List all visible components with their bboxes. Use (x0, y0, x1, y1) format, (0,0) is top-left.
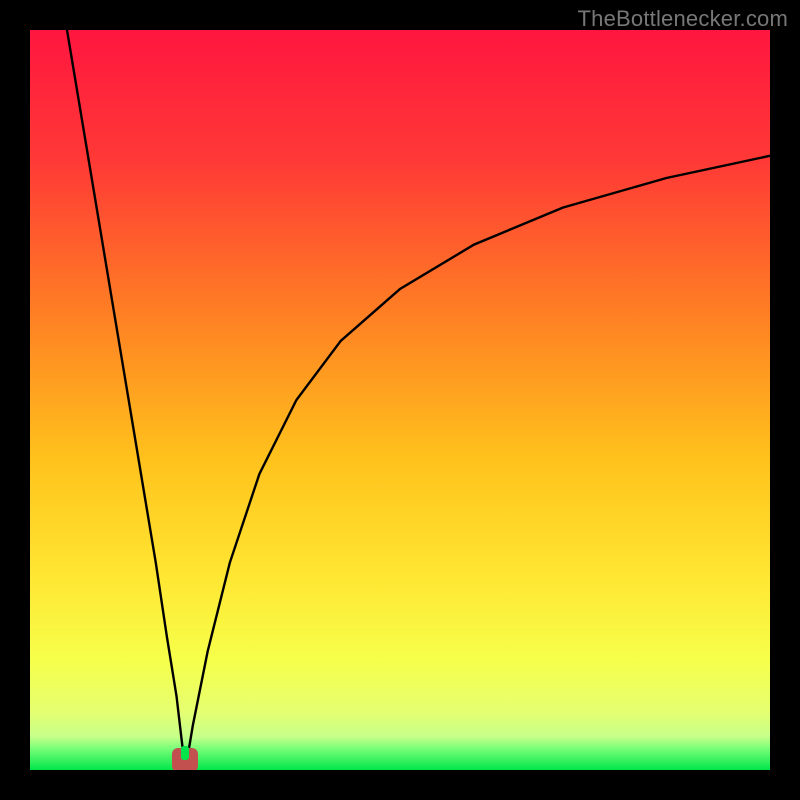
bottleneck-curve (30, 30, 770, 770)
watermark-text: TheBottlenecker.com (578, 6, 788, 32)
optimal-marker (172, 748, 198, 770)
optimal-marker-notch (181, 746, 189, 760)
outer-frame: TheBottlenecker.com (0, 0, 800, 800)
plot-area (30, 30, 770, 770)
